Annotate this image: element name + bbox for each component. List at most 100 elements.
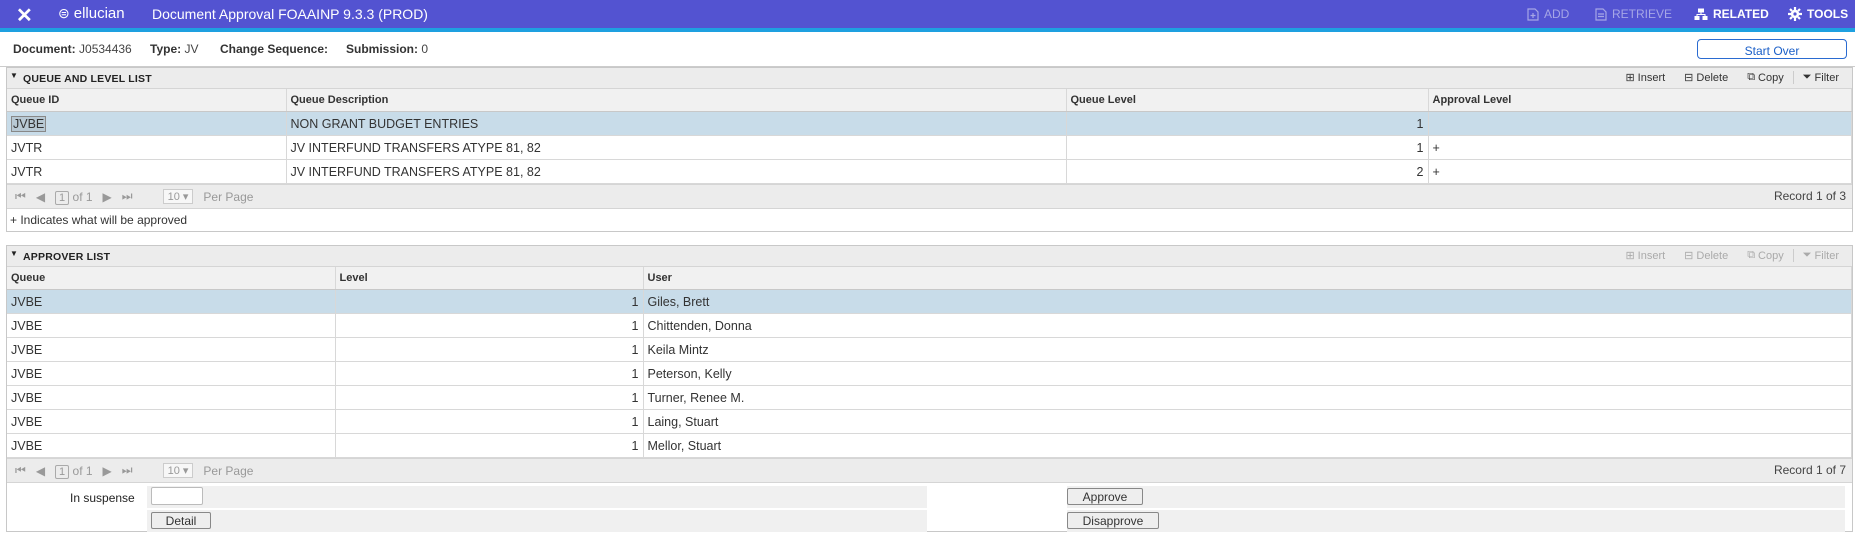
last-page-icon[interactable]: ⏭ (122, 189, 133, 204)
approval-level-cell[interactable] (1428, 111, 1852, 136)
table-row[interactable]: JVBE NON GRANT BUDGET ENTRIES 1 (7, 111, 1852, 136)
detail-button[interactable]: Detail (151, 512, 211, 529)
column-header[interactable]: User (643, 267, 1852, 290)
column-header[interactable]: Queue Level (1066, 89, 1429, 112)
queue-description-cell[interactable]: JV INTERFUND TRANSFERS ATYPE 81, 82 (286, 135, 1067, 160)
add-button[interactable]: ADD (1527, 7, 1569, 21)
next-page-icon[interactable]: ▶ (103, 464, 112, 478)
column-header[interactable]: Approval Level (1428, 89, 1852, 112)
delete-button[interactable]: ⊟ Delete (1674, 249, 1737, 263)
page-number-input[interactable]: 1 (55, 464, 70, 479)
queue-cell[interactable]: JVBE (7, 361, 336, 386)
page-number-input[interactable]: 1 (55, 190, 70, 205)
table-row[interactable]: JVBE 1 Peterson, Kelly (7, 361, 1852, 386)
collapse-caret-icon[interactable]: ▼ (10, 249, 18, 258)
in-suspense-label: In suspense (70, 491, 135, 505)
queue-level-cell[interactable]: 2 (1066, 159, 1429, 184)
approval-level-cell[interactable]: + (1428, 159, 1852, 184)
queue-cell[interactable]: JVBE (7, 313, 336, 338)
retrieve-button[interactable]: RETRIEVE (1595, 7, 1672, 21)
queue-cell[interactable]: JVBE (7, 433, 336, 458)
per-page-select[interactable]: 10 ▾ (162, 463, 194, 478)
queue-cell[interactable]: JVBE (7, 289, 336, 314)
per-page-value: 10 (167, 465, 180, 477)
queue-description-cell[interactable]: NON GRANT BUDGET ENTRIES (286, 111, 1067, 136)
level-cell[interactable]: 1 (335, 409, 644, 434)
table-row[interactable]: JVBE 1 Keila Mintz (7, 337, 1852, 362)
filter-button[interactable]: ⏷ Filter (1792, 71, 1848, 84)
queue-level-section: ▼ QUEUE AND LEVEL LIST ⊞ Insert ⊟ Delete ⧉… (6, 67, 1853, 232)
retrieve-icon (1595, 7, 1607, 21)
user-cell[interactable]: Giles, Brett (643, 289, 1852, 314)
collapse-caret-icon[interactable]: ▼ (10, 71, 18, 80)
queue-cell[interactable]: JVBE (7, 385, 336, 410)
previous-page-icon[interactable]: ◀ (36, 464, 45, 478)
approve-button[interactable]: Approve (1067, 488, 1143, 505)
level-cell[interactable]: 1 (335, 289, 644, 314)
page-of-label: of 1 (72, 189, 93, 204)
in-suspense-input[interactable] (151, 487, 203, 505)
next-page-icon[interactable]: ▶ (103, 190, 112, 204)
previous-page-icon[interactable]: ◀ (36, 190, 45, 204)
user-cell[interactable]: Turner, Renee M. (643, 385, 1852, 410)
filter-label: Filter (1814, 249, 1839, 262)
related-icon (1694, 8, 1708, 20)
queue-pager: ⏮ ◀ 1 of 1 ▶ ⏭ 10 ▾ Per Page Record 1 of… (7, 184, 1852, 208)
column-header[interactable]: Queue ID (7, 89, 287, 112)
level-cell[interactable]: 1 (335, 385, 644, 410)
disapprove-button[interactable]: Disapprove (1067, 512, 1159, 529)
column-header[interactable]: Queue (7, 267, 336, 290)
user-cell[interactable]: Peterson, Kelly (643, 361, 1852, 386)
level-cell[interactable]: 1 (335, 337, 644, 362)
approver-header: ▼ APPROVER LIST ⊞ Insert ⊟ Delete ⧉ Copy ⏷ F… (7, 246, 1852, 267)
column-header[interactable]: Queue Description (286, 89, 1067, 112)
insert-button[interactable]: ⊞ Insert (1615, 71, 1674, 85)
insert-button[interactable]: ⊞ Insert (1615, 249, 1674, 263)
per-page-select[interactable]: 10 ▾ (162, 189, 194, 204)
copy-button[interactable]: ⧉ Copy (1737, 71, 1793, 84)
level-cell[interactable]: 1 (335, 313, 644, 338)
last-page-icon[interactable]: ⏭ (122, 463, 133, 478)
table-row[interactable]: JVBE 1 Chittenden, Donna (7, 313, 1852, 338)
related-button[interactable]: RELATED (1694, 7, 1769, 21)
level-cell[interactable]: 1 (335, 361, 644, 386)
user-cell[interactable]: Laing, Stuart (643, 409, 1852, 434)
close-icon[interactable]: ✕ (16, 3, 33, 28)
filter-button[interactable]: ⏷ Filter (1792, 249, 1848, 262)
column-header[interactable]: Level (335, 267, 644, 290)
filter-label: Filter (1814, 71, 1839, 84)
first-page-icon[interactable]: ⏮ (15, 189, 26, 204)
table-row[interactable]: JVBE 1 Mellor, Stuart (7, 433, 1852, 458)
tools-button[interactable]: TOOLS (1788, 7, 1848, 21)
queue-id-cell[interactable]: JVTR (7, 159, 287, 184)
queue-level-cell[interactable]: 1 (1066, 111, 1429, 136)
submission-field: Submission: 0 (346, 42, 428, 56)
queue-id-cell[interactable]: JVTR (7, 135, 287, 160)
queue-description-cell[interactable]: JV INTERFUND TRANSFERS ATYPE 81, 82 (286, 159, 1067, 184)
user-cell[interactable]: Keila Mintz (643, 337, 1852, 362)
retrieve-label: RETRIEVE (1612, 7, 1673, 21)
queue-cell[interactable]: JVBE (7, 409, 336, 434)
table-row[interactable]: JVTR JV INTERFUND TRANSFERS ATYPE 81, 82… (7, 159, 1852, 184)
table-row[interactable]: JVBE 1 Giles, Brett (7, 289, 1852, 314)
queue-level-cell[interactable]: 1 (1066, 135, 1429, 160)
field-strip (1067, 510, 1845, 532)
first-page-icon[interactable]: ⏮ (15, 463, 26, 478)
queue-id-cell[interactable]: JVBE (7, 111, 287, 136)
delete-label: Delete (1696, 249, 1729, 262)
delete-button[interactable]: ⊟ Delete (1674, 71, 1737, 85)
table-row[interactable]: JVTR JV INTERFUND TRANSFERS ATYPE 81, 82… (7, 135, 1852, 160)
copy-button[interactable]: ⧉ Copy (1737, 249, 1793, 262)
table-row[interactable]: JVBE 1 Turner, Renee M. (7, 385, 1852, 410)
user-cell[interactable]: Chittenden, Donna (643, 313, 1852, 338)
queue-table-header: Queue ID Queue Description Queue Level A… (7, 89, 1852, 112)
table-row[interactable]: JVBE 1 Laing, Stuart (7, 409, 1852, 434)
user-cell[interactable]: Mellor, Stuart (643, 433, 1852, 458)
start-over-button[interactable]: Start Over (1697, 39, 1847, 59)
per-page-label: Per Page (203, 463, 254, 478)
level-cell[interactable]: 1 (335, 433, 644, 458)
approval-level-cell[interactable]: + (1428, 135, 1852, 160)
submission-value: 0 (421, 42, 429, 56)
queue-cell[interactable]: JVBE (7, 337, 336, 362)
gear-icon (1788, 7, 1802, 21)
